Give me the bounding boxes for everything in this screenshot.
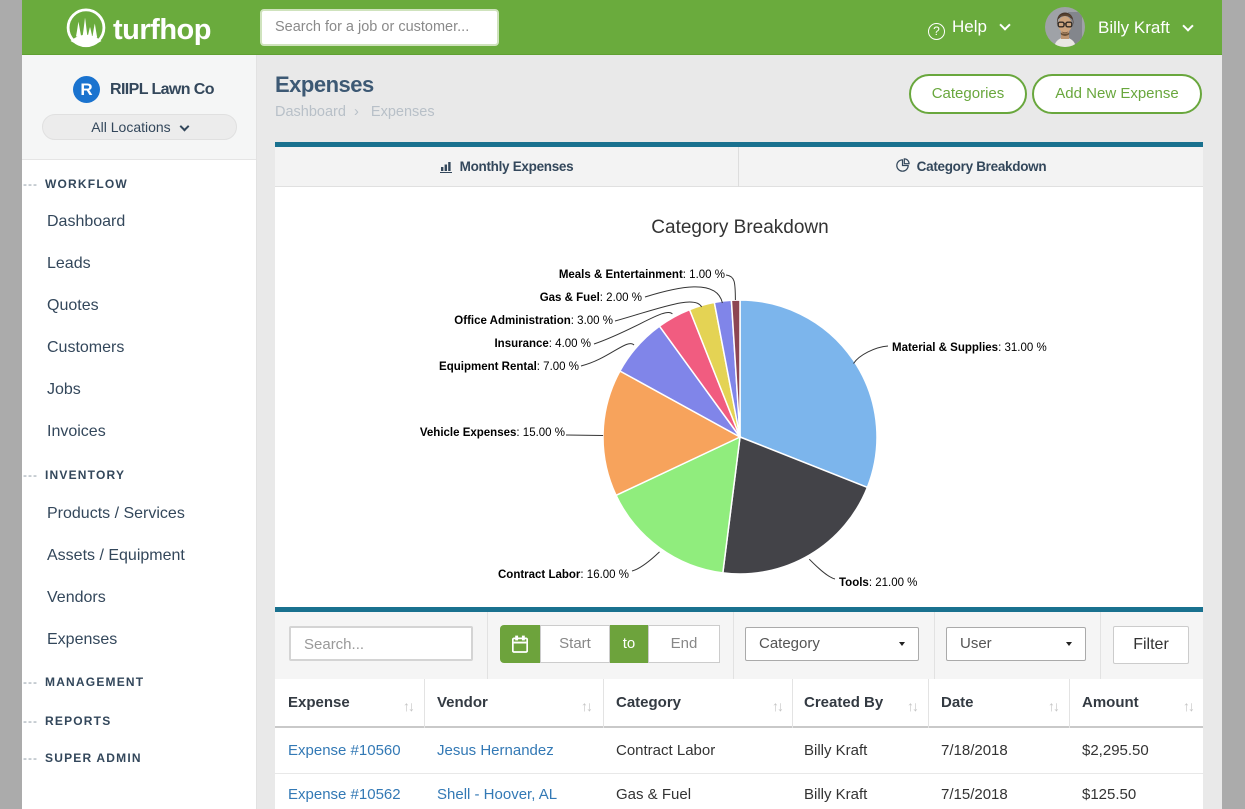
svg-text:Category Breakdown: Category Breakdown <box>651 217 828 238</box>
svg-text:Gas & Fuel: 2.00 %: Gas & Fuel: 2.00 % <box>540 292 642 304</box>
svg-text:Vehicle Expenses: 15.00 %: Vehicle Expenses: 15.00 % <box>420 427 565 439</box>
svg-text:Equipment Rental: 7.00 %: Equipment Rental: 7.00 % <box>439 361 579 373</box>
svg-text:Meals & Entertainment: 1.00 %: Meals & Entertainment: 1.00 % <box>559 269 725 281</box>
svg-text:Tools: 21.00 %: Tools: 21.00 % <box>839 577 917 589</box>
svg-text:Insurance: 4.00 %: Insurance: 4.00 % <box>494 338 591 350</box>
svg-text:Office Administration: 3.00 %: Office Administration: 3.00 % <box>454 315 613 327</box>
svg-text:Contract Labor: 16.00 %: Contract Labor: 16.00 % <box>498 569 629 581</box>
svg-text:Material & Supplies: 31.00 %: Material & Supplies: 31.00 % <box>892 342 1047 354</box>
